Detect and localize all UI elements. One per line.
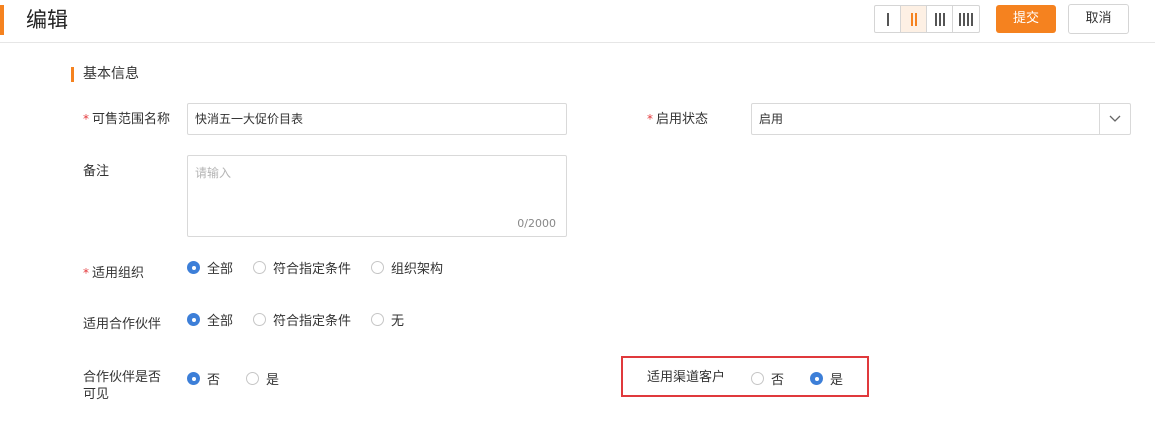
org-radio-condition[interactable]: 符合指定条件 xyxy=(253,258,351,277)
remark-char-counter: 0/2000 xyxy=(517,217,556,230)
org-radio-all[interactable]: 全部 xyxy=(187,258,233,277)
three-column-button[interactable] xyxy=(927,6,953,32)
remark-textarea[interactable]: 请输入 0/2000 xyxy=(187,155,567,237)
channel-radio-yes[interactable]: 是 xyxy=(810,369,843,388)
radio-unchecked-icon xyxy=(253,261,267,274)
status-label: * 启用状态 xyxy=(647,112,709,127)
radio-unchecked-icon xyxy=(253,313,267,326)
required-mark: * xyxy=(83,266,89,280)
radio-unchecked-icon xyxy=(371,313,385,326)
three-column-icon xyxy=(934,12,945,26)
partner-visible-radio-yes[interactable]: 是 xyxy=(246,369,279,388)
partner-visible-radio-no[interactable]: 否 xyxy=(187,369,220,388)
status-value: 启用 xyxy=(759,112,784,126)
cancel-button[interactable]: 取消 xyxy=(1068,4,1129,34)
column-layout-switch xyxy=(874,5,980,33)
required-mark: * xyxy=(647,112,653,126)
name-input[interactable]: 快消五一大促价目表 xyxy=(187,103,567,135)
partner-visible-label: 合作伙伴是否 可见 xyxy=(83,370,162,402)
radio-unchecked-icon xyxy=(751,372,764,385)
status-select[interactable]: 启用 xyxy=(751,103,1131,135)
org-radio-group: 全部 符合指定条件 组织架构 xyxy=(187,258,463,277)
partner-radio-group: 全部 符合指定条件 无 xyxy=(187,310,424,329)
org-label: * 适用组织 xyxy=(83,266,145,281)
submit-button[interactable]: 提交 xyxy=(996,5,1056,33)
page-title: 编辑 xyxy=(26,8,68,32)
chevron-down-icon[interactable] xyxy=(1099,104,1130,134)
radio-checked-icon xyxy=(187,261,200,274)
section-title: 基本信息 xyxy=(71,65,139,83)
two-column-button[interactable] xyxy=(901,6,927,32)
partner-radio-condition[interactable]: 符合指定条件 xyxy=(253,310,351,329)
channel-radio-no[interactable]: 否 xyxy=(751,369,784,388)
required-mark: * xyxy=(83,112,89,126)
radio-unchecked-icon xyxy=(246,372,260,385)
four-column-icon xyxy=(959,12,973,26)
partner-visible-radio-group: 否 是 xyxy=(187,369,299,388)
radio-unchecked-icon xyxy=(371,261,385,274)
four-column-button[interactable] xyxy=(953,6,979,32)
page-header: 编辑 提交 取消 xyxy=(0,0,1155,43)
radio-checked-icon xyxy=(187,372,200,385)
radio-checked-icon xyxy=(810,372,824,385)
channel-radio-group: 否 是 xyxy=(751,369,863,388)
partner-label: 适用合作伙伴 xyxy=(83,317,162,332)
remark-label: 备注 xyxy=(83,164,110,179)
header-accent-bar xyxy=(0,5,4,35)
org-radio-structure[interactable]: 组织架构 xyxy=(371,258,443,277)
channel-label: 适用渠道客户 xyxy=(647,370,726,385)
partner-radio-all[interactable]: 全部 xyxy=(187,310,233,329)
one-column-icon xyxy=(886,12,889,26)
radio-checked-icon xyxy=(187,313,200,326)
remark-placeholder: 请输入 xyxy=(195,166,232,180)
one-column-button[interactable] xyxy=(875,6,901,32)
two-column-icon xyxy=(910,12,917,26)
name-label: * 可售范围名称 xyxy=(83,112,171,127)
partner-radio-none[interactable]: 无 xyxy=(371,310,404,329)
